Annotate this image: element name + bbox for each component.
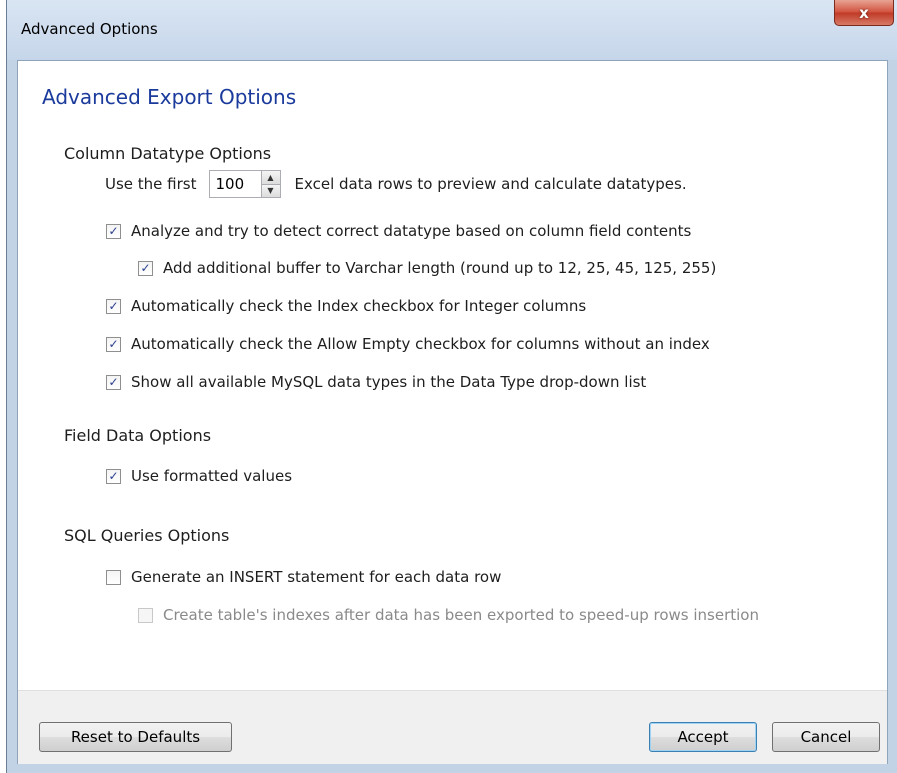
chevron-up-icon: ▲ <box>267 172 274 182</box>
dialog-footer: Reset to Defaults Accept Cancel <box>18 690 887 764</box>
checkbox-varchar-buffer[interactable]: ✓ <box>138 260 153 276</box>
checkbox-label: Use formatted values <box>131 467 293 485</box>
page-title: Advanced Export Options <box>42 85 297 109</box>
checkbox-row-show-all-types[interactable]: ✓ Show all available MySQL data types in… <box>106 373 646 391</box>
checkbox-insert-statement[interactable] <box>106 569 121 585</box>
close-icon: x <box>859 3 869 22</box>
checkbox-index-integer[interactable]: ✓ <box>106 298 121 314</box>
checkmark-icon: ✓ <box>108 299 119 313</box>
checkbox-row-analyze-datatype[interactable]: ✓ Analyze and try to detect correct data… <box>106 222 691 240</box>
checkbox-show-all-types[interactable]: ✓ <box>106 374 121 390</box>
checkbox-label: Show all available MySQL data types in t… <box>131 373 647 391</box>
checkbox-label: Generate an INSERT statement for each da… <box>131 568 502 586</box>
checkbox-formatted-values[interactable]: ✓ <box>106 468 121 484</box>
checkbox-analyze-datatype[interactable]: ✓ <box>106 223 121 239</box>
checkbox-row-allow-empty[interactable]: ✓ Automatically check the Allow Empty ch… <box>106 335 710 353</box>
preview-rows-input[interactable] <box>208 170 261 198</box>
cancel-button[interactable]: Cancel <box>772 722 880 752</box>
checkbox-row-index-integer[interactable]: ✓ Automatically check the Index checkbox… <box>106 297 586 315</box>
checkmark-icon: ✓ <box>140 261 151 275</box>
options-panel: Advanced Export Options Column Datatype … <box>18 61 887 690</box>
section-title-field-data: Field Data Options <box>64 426 212 445</box>
preview-rows-suffix: Excel data rows to preview and calculate… <box>294 175 687 193</box>
checkmark-icon: ✓ <box>108 337 119 351</box>
checkbox-row-create-indexes: Create table's indexes after data has be… <box>138 606 759 624</box>
stepper-down-button[interactable]: ▼ <box>261 184 280 197</box>
checkbox-row-varchar-buffer[interactable]: ✓ Add additional buffer to Varchar lengt… <box>138 259 716 277</box>
checkbox-row-formatted-values[interactable]: ✓ Use formatted values <box>106 467 292 485</box>
reset-to-defaults-button[interactable]: Reset to Defaults <box>39 722 232 752</box>
title-bar[interactable]: Advanced Options x <box>7 0 897 60</box>
preview-rows-stepper: ▲ ▼ <box>208 170 281 198</box>
checkbox-allow-empty[interactable]: ✓ <box>106 336 121 352</box>
stepper-buttons: ▲ ▼ <box>260 170 281 198</box>
checkmark-icon: ✓ <box>108 469 119 483</box>
close-button[interactable]: x <box>834 0 894 26</box>
checkbox-label: Automatically check the Allow Empty chec… <box>131 335 710 353</box>
section-title-sql-queries: SQL Queries Options <box>64 526 230 545</box>
window-title: Advanced Options <box>21 20 158 38</box>
checkbox-label: Add additional buffer to Varchar length … <box>163 259 717 277</box>
checkbox-row-insert-statement[interactable]: Generate an INSERT statement for each da… <box>106 568 501 586</box>
accept-button[interactable]: Accept <box>649 722 757 752</box>
section-title-column-datatype: Column Datatype Options <box>64 144 272 163</box>
checkbox-label: Automatically check the Index checkbox f… <box>131 297 587 315</box>
checkmark-icon: ✓ <box>108 224 119 238</box>
checkmark-icon: ✓ <box>108 375 119 389</box>
dialog-client-area: Advanced Export Options Column Datatype … <box>17 60 888 764</box>
dialog-window: Advanced Options x Advanced Export Optio… <box>6 0 897 773</box>
checkbox-label: Create table's indexes after data has be… <box>163 606 759 624</box>
preview-rows-row: Use the first ▲ ▼ Excel data rows to pre… <box>105 170 687 198</box>
stepper-up-button[interactable]: ▲ <box>261 171 280 185</box>
checkbox-create-indexes <box>138 607 153 623</box>
checkbox-label: Analyze and try to detect correct dataty… <box>131 222 692 240</box>
preview-rows-prefix: Use the first <box>105 175 197 193</box>
chevron-down-icon: ▼ <box>267 186 274 196</box>
